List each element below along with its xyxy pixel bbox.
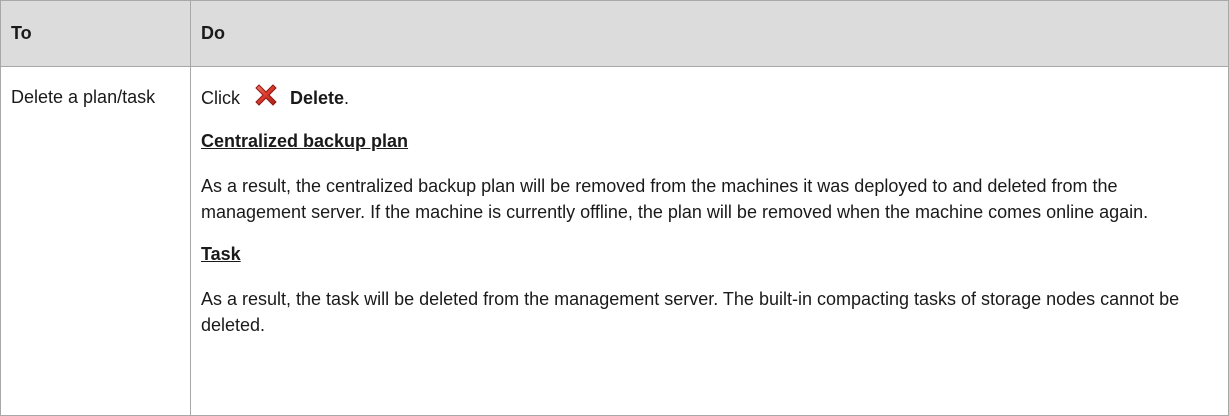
cell-do: Click Delete . Centralized backup plan A… <box>190 66 1229 416</box>
delete-label: Delete <box>290 88 345 108</box>
delete-period: . <box>344 88 350 108</box>
section-heading-centralized-plan: Centralized backup plan <box>201 131 409 151</box>
column-header-to: To <box>0 0 191 67</box>
table-row: Delete a plan/task Click Delete . Centra… <box>0 66 1229 416</box>
section-body-task: As a result, the task will be deleted fr… <box>201 289 1180 335</box>
action-name: Delete a plan/task <box>11 87 156 107</box>
delete-icon <box>252 81 280 109</box>
section-heading-task: Task <box>201 244 241 264</box>
click-instruction: Click Delete . <box>201 83 1220 113</box>
action-table: To Do Delete a plan/task Click Delete . … <box>0 0 1229 416</box>
section-body-centralized-plan: As a result, the centralized backup plan… <box>201 176 1149 222</box>
click-word: Click <box>201 88 240 108</box>
cell-to: Delete a plan/task <box>0 66 191 416</box>
column-header-do: Do <box>190 0 1229 67</box>
table-header-row: To Do <box>0 0 1229 67</box>
